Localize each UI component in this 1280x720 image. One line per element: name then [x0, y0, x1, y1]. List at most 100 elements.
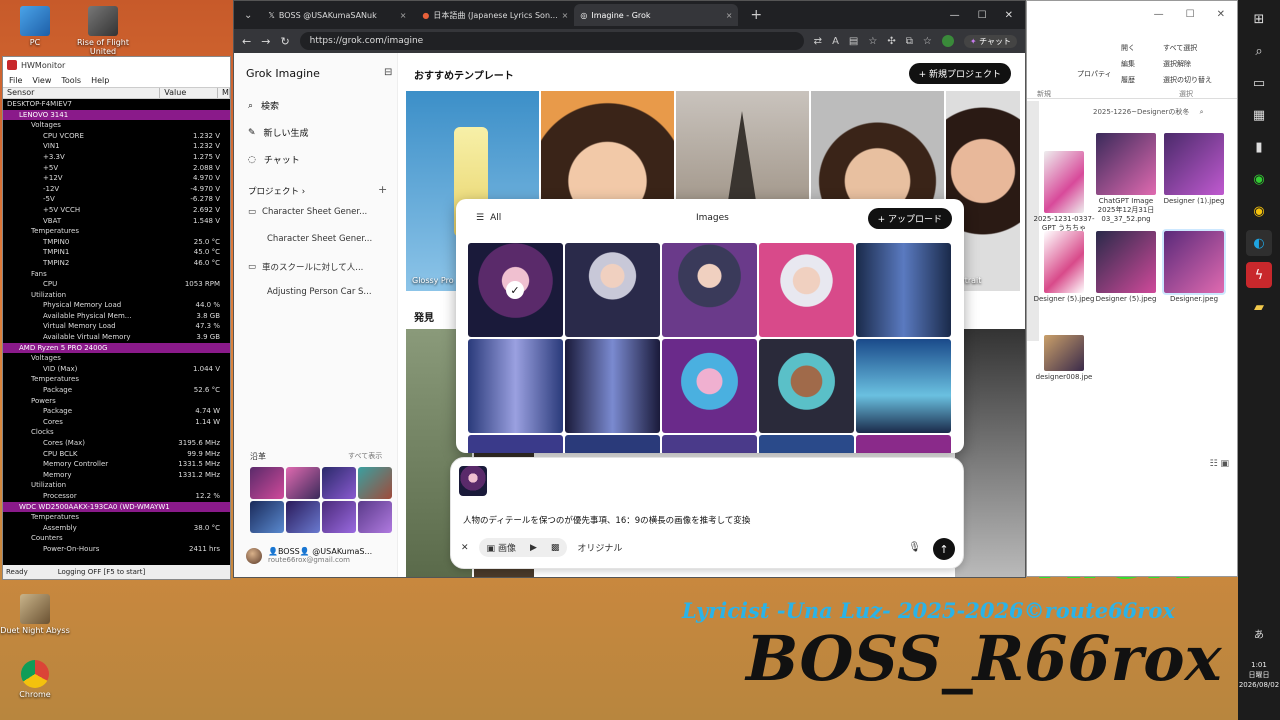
sensor-row[interactable]: Temperatures	[3, 226, 230, 237]
project-item[interactable]: Adjusting Person Car S...	[267, 287, 372, 297]
tab-grok-imagine[interactable]: ◎ Imagine - Grok ×	[574, 4, 739, 26]
explorer-path[interactable]: 2025-1226~Designerの秋冬 ⌕	[1093, 107, 1204, 117]
sensor-row[interactable]: DESKTOP-F4MIEV7	[3, 99, 230, 110]
favorites-icon[interactable]: ☆	[923, 36, 932, 47]
add-project-icon[interactable]: +	[378, 183, 387, 196]
sensor-tree[interactable]: DESKTOP-F4MIEV7 LENOVO 3141 Voltages CPU VC…	[3, 99, 230, 565]
sidebar-item-new-generation[interactable]: ✎ 新しい生成	[248, 126, 309, 140]
sensor-row[interactable]: +5V VCCH 2.692 V	[3, 205, 230, 216]
image-thumbnail[interactable]	[662, 243, 757, 337]
ime-indicator[interactable]: あ	[1246, 620, 1272, 646]
sensor-row[interactable]: Available Physical Mem... 3.8 GB	[3, 311, 230, 322]
sensor-row[interactable]: TMPIN0 25.0 °C	[3, 237, 230, 248]
ribbon-edit[interactable]: 編集	[1121, 59, 1135, 69]
project-item[interactable]: ▭ Character Sheet Gener...	[248, 207, 367, 217]
close-window-icon[interactable]: ✕	[1005, 10, 1013, 21]
minimize-icon[interactable]: —	[1154, 9, 1164, 25]
extensions-icon[interactable]: ✣	[887, 36, 895, 47]
sensor-row[interactable]: Virtual Memory Load 47.3 %	[3, 321, 230, 332]
sidebar-item-chat[interactable]: ◌ チャット	[248, 153, 300, 167]
menu-view[interactable]: View	[32, 76, 51, 85]
sensor-row[interactable]: Voltages	[3, 120, 230, 131]
new-project-button[interactable]: + 新規プロジェクト	[908, 63, 1011, 84]
close-icon[interactable]: ✕	[461, 543, 469, 553]
sensor-row[interactable]: VBAT 1.548 V	[3, 216, 230, 227]
minimize-icon[interactable]: —	[950, 10, 960, 21]
sensor-row[interactable]: Temperatures	[3, 374, 230, 385]
history-thumbnail[interactable]	[286, 467, 320, 499]
hwmonitor-titlebar[interactable]: HWMonitor	[3, 57, 230, 73]
sensor-row[interactable]: VID (Max) 1.044 V	[3, 364, 230, 375]
sensor-row[interactable]: Memory 1331.2 MHz	[3, 470, 230, 481]
mode-image-button[interactable]: ▣ 画像	[487, 541, 516, 554]
split-screen-icon[interactable]: ⧉	[906, 36, 913, 47]
ribbon-select-all[interactable]: すべて選択	[1163, 43, 1197, 53]
sensor-row[interactable]: WDC WD2500AAKX-193CA0 (WD-WMAYW1566729)	[3, 501, 230, 513]
sensor-row[interactable]: LENOVO 3141	[3, 109, 230, 121]
sensor-row[interactable]: Physical Memory Load 44.0 %	[3, 300, 230, 311]
ribbon-history[interactable]: 履歴	[1121, 75, 1135, 85]
sensor-row[interactable]: Utilization	[3, 480, 230, 491]
copilot-chat-button[interactable]: ✦ チャット	[963, 34, 1017, 48]
sensor-row[interactable]: AMD Ryzen 5 PRO 2400G	[3, 342, 230, 354]
sensor-row[interactable]: Fans	[3, 269, 230, 280]
reload-icon[interactable]: ↻	[280, 35, 289, 48]
sensor-row[interactable]: +12V 4.970 V	[3, 173, 230, 184]
desktop-icon-rise-of-flight[interactable]: Rise of Flight United	[68, 6, 138, 56]
maximize-icon[interactable]: ☐	[978, 10, 987, 21]
grok-imagine-logo[interactable]: Grok Imagine	[246, 67, 320, 80]
history-thumbnail[interactable]	[358, 467, 392, 499]
back-icon[interactable]: ←	[242, 35, 251, 48]
file-item-selected[interactable]: Designer.jpeg	[1161, 229, 1227, 303]
sensor-row[interactable]: VIN1 1.232 V	[3, 141, 230, 152]
prompt-input[interactable]: 人物のディテールを保つのが優先事項、16：9の横長の画像を推考して変換	[463, 514, 750, 526]
favorite-star-icon[interactable]: ☆	[868, 36, 877, 47]
sensor-row[interactable]: CPU VCORE 1.232 V	[3, 131, 230, 142]
sensor-row[interactable]: +3.3V 1.275 V	[3, 152, 230, 163]
file-item[interactable]: Designer (5).jpeg	[1093, 231, 1159, 303]
sensor-row[interactable]: -12V -4.970 V	[3, 184, 230, 195]
file-item[interactable]: Designer (1).jpeg	[1161, 133, 1227, 205]
image-thumbnail[interactable]	[565, 435, 660, 453]
image-thumbnail[interactable]	[565, 339, 660, 433]
sensor-row[interactable]: Package 4.74 W	[3, 406, 230, 417]
close-tab-icon[interactable]: ×	[726, 11, 733, 20]
folder-icon[interactable]: ▰	[1246, 294, 1272, 320]
task-view-icon[interactable]: ▭	[1246, 70, 1272, 96]
sensor-row[interactable]: Counters	[3, 533, 230, 544]
image-thumbnail[interactable]	[759, 243, 854, 337]
ribbon-invert-selection[interactable]: 選択の切り替え	[1163, 75, 1212, 85]
microphone-icon[interactable]: 🎙	[908, 542, 921, 553]
app-icon[interactable]: ϟ	[1246, 262, 1272, 288]
sensor-row[interactable]: Cores 1.14 W	[3, 417, 230, 428]
discover-card[interactable]	[955, 329, 1025, 577]
sensor-row[interactable]: Power-On-Hours 2411 hrs	[3, 544, 230, 555]
column-min[interactable]: M	[218, 88, 230, 98]
attached-image-thumbnail[interactable]	[459, 466, 487, 496]
image-thumbnail[interactable]	[468, 339, 563, 433]
file-item[interactable]: Designer (5).jpeg	[1031, 231, 1097, 303]
sensor-row[interactable]: TMPIN1 45.0 °C	[3, 247, 230, 258]
sensor-row[interactable]: Package 52.6 °C	[3, 385, 230, 396]
sensor-row[interactable]: TMPIN2 46.0 °C	[3, 258, 230, 269]
sensor-row[interactable]: Memory Controller 1331.5 MHz	[3, 459, 230, 470]
image-thumbnail[interactable]	[565, 243, 660, 337]
video-icon[interactable]: ▶	[530, 543, 537, 553]
read-aloud-icon[interactable]: A	[832, 36, 839, 47]
filter-dropdown[interactable]: ☰ All	[476, 213, 501, 223]
image-thumbnail[interactable]	[662, 435, 757, 453]
search-icon[interactable]: ⌕	[1246, 38, 1272, 64]
column-sensor[interactable]: Sensor	[3, 88, 161, 98]
image-thumbnail[interactable]	[759, 339, 854, 433]
column-value[interactable]: Value	[160, 88, 219, 98]
sensor-row[interactable]: +5V 2.088 V	[3, 163, 230, 174]
history-thumbnail[interactable]	[322, 501, 356, 533]
user-account[interactable]: 👤BOSS👤 @USAKumaS... route66rox@gmail.com	[246, 547, 372, 564]
close-window-icon[interactable]: ✕	[1217, 9, 1225, 25]
url-field[interactable]: https://grok.com/imagine	[299, 32, 804, 50]
sensor-row[interactable]: Processor 12.2 %	[3, 491, 230, 502]
sensor-row[interactable]: Assembly 38.0 °C	[3, 523, 230, 534]
file-item[interactable]: ChatGPT Image 2025年12月31日 03_37_52.png	[1093, 133, 1159, 223]
view-toggle-icons[interactable]: ☷ ▣	[1210, 459, 1229, 469]
sensor-row[interactable]: Voltages	[3, 353, 230, 364]
